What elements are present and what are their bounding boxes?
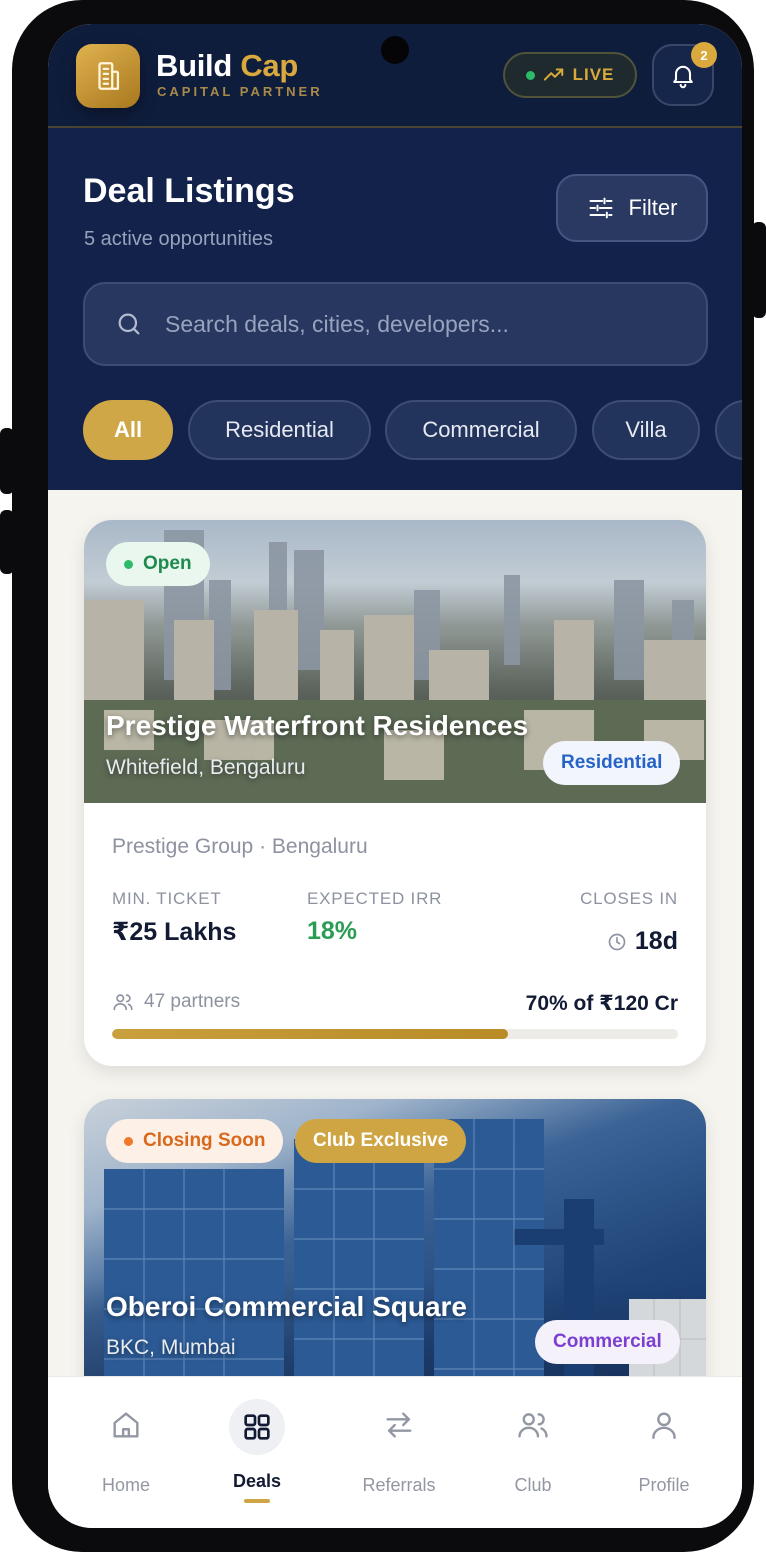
type-badge-commercial: Commercial [535,1320,680,1364]
front-camera [381,36,409,64]
users-icon [511,1403,555,1447]
min-ticket-value: ₹25 Lakhs [112,918,237,946]
sliders-icon [589,197,613,219]
nav-referrals-label: Referrals [362,1475,436,1495]
phone-frame: Build Cap CAPITAL PARTNER LIVE 2 Deal Li… [12,0,754,1552]
club-exclusive-badge: Club Exclusive [295,1119,467,1163]
search-input[interactable] [165,310,665,338]
type-badge-residential: Residential [543,741,681,785]
min-ticket-label: MIN. TICKET [112,889,222,908]
live-label: LIVE [572,65,615,84]
status-label: Closing Soon [143,1130,266,1151]
chip-residential[interactable]: Residential [188,400,371,460]
trending-up-icon [543,68,563,81]
filter-label: Filter [628,195,678,220]
notification-count-badge: 2 [691,42,717,68]
search-icon [118,313,140,335]
page-subtitle: 5 active opportunities [84,228,274,250]
home-icon [104,1403,148,1447]
logo[interactable] [76,44,140,108]
chip-commercial[interactable]: Commercial [385,400,577,460]
search-bar[interactable] [83,282,708,366]
funding-raised: 70% of ₹120 Cr [525,992,678,1015]
nav-home[interactable]: Home [61,1377,191,1517]
closes-in-days: 18d [634,927,678,955]
deal-location: BKC, Mumbai [106,1336,236,1359]
deal-card[interactable]: Open Prestige Waterfront Residences Whit… [84,520,706,1066]
irr-value: 18% [307,917,358,945]
closes-in-label: CLOSES IN [580,889,678,908]
brand-name: Build Cap [156,48,298,83]
nav-profile[interactable]: Profile [599,1377,729,1517]
nav-deals-label: Deals [232,1471,282,1491]
category-chips: All Residential Commercial Villa [83,400,742,462]
status-badge-open: Open [106,542,210,586]
grid-icon [229,1399,285,1455]
deal-details: Prestige Group · Bengaluru MIN. TICKET ₹… [84,803,706,1066]
clock-icon [608,933,626,950]
bottom-navigation: Home Deals Referrals Club Profile [48,1376,742,1528]
funding-progress-bar [112,1029,678,1039]
building-icon [98,62,120,90]
status-dot [124,559,133,569]
funding-progress-fill [112,1029,509,1039]
status-dot [124,1136,133,1146]
chip-more[interactable] [715,400,742,460]
chip-all[interactable]: All [83,400,173,460]
page-title: Deal Listings [83,172,295,210]
status-label: Open [143,553,192,574]
power-button [752,222,766,318]
status-badge-closing-soon: Closing Soon [106,1119,284,1163]
nav-home-label: Home [101,1475,150,1495]
closes-in-value: 18d [607,927,678,956]
nav-profile-label: Profile [638,1475,690,1495]
app-screen: Build Cap CAPITAL PARTNER LIVE 2 Deal Li… [48,24,742,1528]
partners-count: 47 partners [112,991,240,1013]
user-icon [642,1403,686,1447]
arrows-swap-icon [377,1403,421,1447]
nav-referrals[interactable]: Referrals [334,1377,464,1517]
filter-button[interactable]: Filter [556,174,708,242]
nav-deals[interactable]: Deals [192,1377,322,1517]
developer-name: Prestige Group · Bengaluru [112,835,368,858]
brand-subtitle: CAPITAL PARTNER [157,84,323,99]
live-status-dot [525,70,535,80]
live-indicator[interactable]: LIVE [503,52,637,98]
deal-title: Prestige Waterfront Residences [106,710,529,741]
nav-club-label: Club [514,1475,552,1495]
partners-label: 47 partners [144,991,241,1012]
active-tab-indicator [244,1499,270,1503]
nav-club[interactable]: Club [468,1377,598,1517]
irr-label: EXPECTED IRR [307,889,443,908]
users-icon [113,994,133,1011]
deal-title: Oberoi Commercial Square [106,1291,468,1322]
deal-location: Whitefield, Bengaluru [106,756,306,779]
bell-icon [673,65,693,89]
chip-villa[interactable]: Villa [592,400,700,460]
listings-header: Deal Listings 5 active opportunities Fil… [48,128,742,490]
